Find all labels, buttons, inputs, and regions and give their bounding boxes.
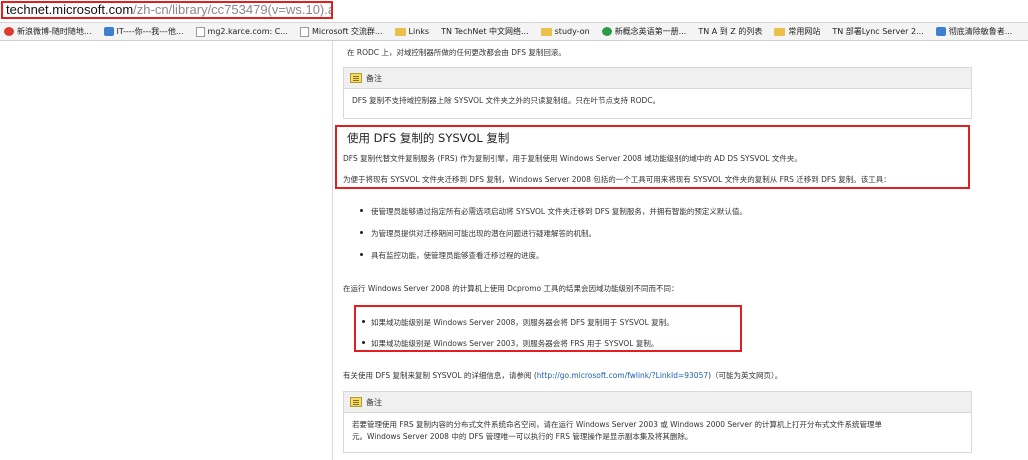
bookmark-label: TN 部署Lync Server 2... [832,27,924,36]
article-content: 在 RODC 上，对域控制器所做的任何更改都会由 DFS 复制回滚。 备注 DF… [333,41,1028,460]
bookmark-label: Links [408,27,430,36]
list-item: 如果域功能级别是 Windows Server 2008，则服务器会将 DFS … [371,318,674,327]
note-box: 备注 DFS 复制不支持域控制器上除 SYSVOL 文件夹之外的只读复制组。只在… [343,67,972,119]
note-header: 备注 [344,392,971,413]
bookmark-label: 彻底清除敏鲁者... [948,27,1013,36]
address-bar: technet.microsoft.com/zh-cn/library/cc75… [0,0,1028,23]
bookmark-label: TN A 到 Z 的列表 [698,27,763,36]
url-path: /zh-cn/library/cc753479(v=ws.10).aspx [133,2,331,17]
bullet [360,209,363,212]
bullet [362,320,365,323]
bullet [362,341,365,344]
note-line: 元。Windows Server 2008 中的 DFS 管理唯一可以执行的 F… [352,432,693,441]
bookmark-item[interactable]: TN TechNet 中文网络... [441,26,529,37]
bookmark-label: mg2.karce.com: C... [207,27,288,36]
bullet [360,231,363,234]
weibo-icon [4,27,14,36]
more-info-prefix: 有关使用 DFS 复制来复制 SYSVOL 的详细信息，请参阅 ( [343,371,537,380]
more-info: 有关使用 DFS 复制来复制 SYSVOL 的详细信息，请参阅 (http://… [343,370,782,381]
section-paragraph: 为便于将现有 SYSVOL 文件夹迁移到 DFS 复制，Windows Serv… [343,175,891,184]
intro-line: 在 RODC 上，对域控制器所做的任何更改都会由 DFS 复制回滚。 [347,48,566,57]
folder-icon [394,27,406,36]
bookmark-item[interactable]: study-on [540,27,590,36]
note-icon [350,397,362,407]
bookmark-label: 常用网站 [788,27,821,36]
bookmark-label: 新浪微博-随时随地... [17,27,92,36]
url-field[interactable]: technet.microsoft.com/zh-cn/library/cc75… [1,1,333,19]
page-icon [935,27,946,36]
note-title: 备注 [366,397,382,407]
bookmark-item[interactable]: TN A 到 Z 的列表 [698,26,762,37]
bookmark-label: 新概念英语第一册... [614,27,687,36]
list-item: 为管理员提供对迁移期间可能出现的潜在问题进行疑难解答的机制。 [371,229,596,238]
list-item: 具有监控功能，使管理员能够查看迁移过程的进度。 [371,251,544,260]
note-header: 备注 [344,68,971,89]
bookmark-item[interactable]: IT----你---我---他... [103,26,184,37]
note-box: 备注 若要管理使用 FRS 复制内容的分布式文件系统命名空间，请在运行 Wind… [343,391,972,453]
bookmark-item[interactable]: Links [394,27,430,36]
bookmark-item[interactable]: TN 部署Lync Server 2... [832,26,923,37]
folder-icon [774,27,786,36]
bookmark-item[interactable]: 常用网站 [774,26,820,37]
left-margin [0,41,330,460]
bookmarks-bar: 新浪微博-随时随地... IT----你---我---他... mg2.karc… [0,23,1028,41]
bookmark-label: TN TechNet 中文网络... [441,27,529,36]
bookmark-label: Microsoft 交流群... [311,27,383,36]
bookmark-label: IT----你---我---他... [116,27,184,36]
url-host: technet.microsoft.com [6,2,134,17]
note-line: 若要管理使用 FRS 复制内容的分布式文件系统命名空间，请在运行 Windows… [352,420,882,429]
section-paragraph: DFS 复制代替文件复制服务 (FRS) 作为复制引擎，用于复制使用 Windo… [343,154,802,163]
page-icon [601,27,612,36]
bookmark-item[interactable]: 彻底清除敏鲁者... [935,26,1013,37]
note-icon [350,73,362,83]
list-item: 如果域功能级别是 Windows Server 2003，则服务器会将 FRS … [371,339,659,348]
list-item: 使管理员能够通过指定所有必需选项启动将 SYSVOL 文件夹迁移到 DFS 复制… [371,207,747,216]
bookmark-label: study-on [554,27,590,36]
page-icon [195,26,205,37]
note-body: 若要管理使用 FRS 复制内容的分布式文件系统命名空间，请在运行 Windows… [344,413,971,449]
bookmark-item[interactable]: 新概念英语第一册... [601,26,687,37]
bookmark-item[interactable]: Microsoft 交流群... [299,26,383,37]
paragraph: 在运行 Windows Server 2008 的计算机上使用 Dcpromo … [343,284,679,293]
bookmark-item[interactable]: mg2.karce.com: C... [195,26,288,37]
note-title: 备注 [366,73,382,83]
more-info-link[interactable]: http://go.microsoft.com/fwlink/?LinkId=9… [537,371,708,380]
page-icon [299,26,309,37]
folder-icon [540,27,552,36]
more-info-suffix: )（可能为英文网页）。 [708,371,783,380]
section-title: 使用 DFS 复制的 SYSVOL 复制 [347,131,510,145]
bookmark-item[interactable]: 新浪微博-随时随地... [4,26,92,37]
note-body: DFS 复制不支持域控制器上除 SYSVOL 文件夹之外的只读复制组。只在叶节点… [352,96,661,105]
page-icon [103,27,114,36]
bullet [360,253,363,256]
